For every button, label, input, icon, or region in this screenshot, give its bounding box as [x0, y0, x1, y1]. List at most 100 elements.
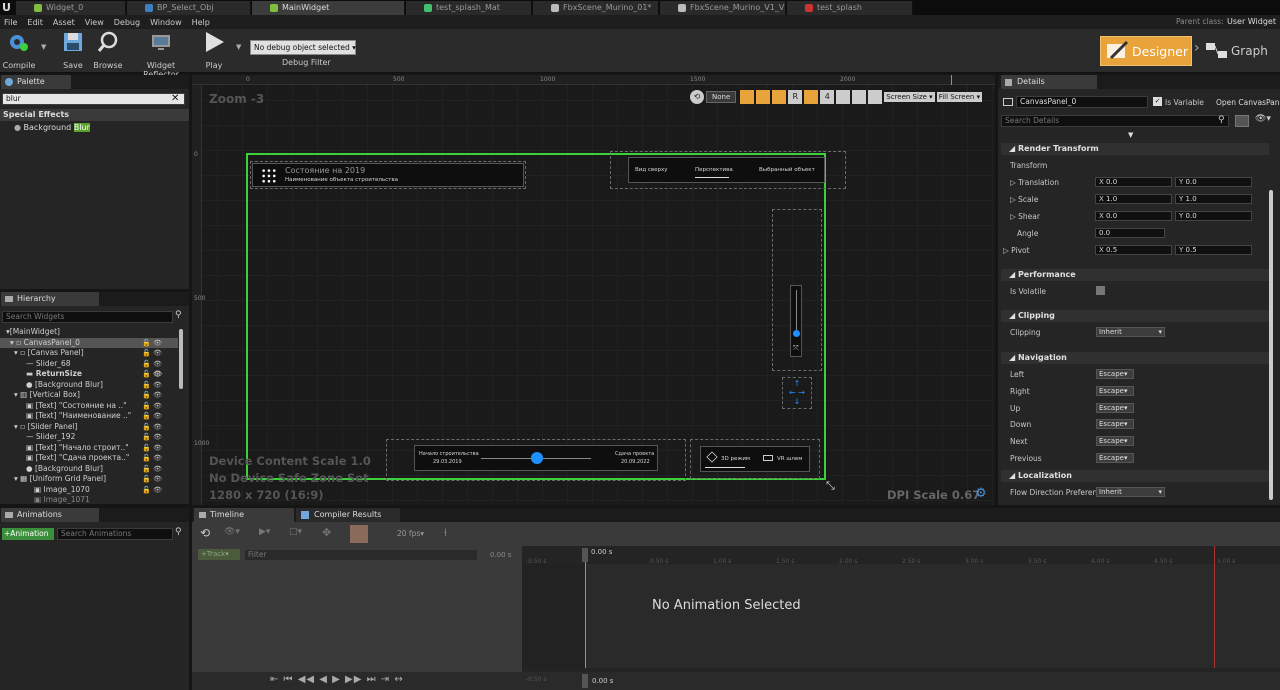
graph-mode-button[interactable]: Graph	[1205, 39, 1268, 63]
lock-eye-icons[interactable]: 🔓 👁	[142, 390, 162, 401]
debug-object-select[interactable]: No debug object selected ▾	[250, 40, 356, 55]
view-options-eye-icon[interactable]: 👁▾	[224, 527, 240, 537]
nav-previous-dropdown[interactable]: Escape▾	[1096, 453, 1134, 463]
animations-search-icon[interactable]: ⚲	[175, 527, 182, 537]
tree-item-slider-panel[interactable]: ▾ ▫ [Slider Panel] 🔓 👁	[0, 422, 178, 433]
current-time-field[interactable]: 0.00 s	[490, 551, 511, 559]
tree-item-text-state[interactable]: ▣ [Text] "Состояние на .." 🔓 👁	[0, 401, 178, 412]
nav-left-dropdown[interactable]: Escape▾	[1096, 369, 1134, 379]
lock-eye-icons[interactable]: 🔓 👁	[142, 380, 162, 391]
widget-name-field[interactable]: CanvasPanel_0	[1016, 96, 1148, 108]
tree-item-text-name[interactable]: ▣ [Text] "Наименование .." 🔓 👁	[0, 411, 178, 422]
grid-snap-icon[interactable]	[740, 89, 755, 104]
tree-item-background-blur[interactable]: ● [Background Blur] 🔓 👁	[0, 380, 178, 391]
tree-item-image-1070[interactable]: ▣ Image_1070 🔓 👁	[0, 485, 178, 496]
timeline-tab[interactable]: Timeline	[194, 508, 294, 522]
fps-dropdown[interactable]: 20 fps▾	[397, 529, 424, 538]
tree-item-slider-68[interactable]: — Slider_68 🔓 👁	[0, 359, 178, 370]
vertical-slider-thumb[interactable]	[793, 330, 800, 337]
lock-eye-icons[interactable]: 🔓 👁	[142, 485, 162, 496]
section-localization[interactable]: ◢ Localization	[1001, 470, 1269, 482]
compiler-results-tab[interactable]: Compiler Results	[296, 508, 400, 522]
keyframe-icon[interactable]	[350, 525, 368, 543]
grid-toggle-icon[interactable]	[804, 89, 819, 104]
mode-vr-button[interactable]: VR шлем	[777, 456, 802, 462]
tree-item-text-start[interactable]: ▣ [Text] "Начало строит.." 🔓 👁	[0, 443, 178, 454]
resize-handle-icon[interactable]: ⤡	[826, 479, 835, 493]
details-search-icon[interactable]: ⚲	[1218, 115, 1225, 125]
shear-y-field[interactable]: Y 0.0	[1175, 211, 1252, 221]
pivot-x-field[interactable]: X 0.5	[1095, 245, 1172, 255]
open-canvaspanel-link[interactable]: Open CanvasPan	[1216, 98, 1279, 107]
nav-down-dropdown[interactable]: Escape▾	[1096, 419, 1134, 429]
menu-file[interactable]: File	[4, 18, 17, 27]
tree-item-vertical-box[interactable]: ▾ ▥ [Vertical Box] 🔓 👁	[0, 390, 178, 401]
hierarchy-scrollbar[interactable]	[179, 329, 183, 389]
mode-3d-button[interactable]: 3D режим	[721, 456, 750, 462]
dpi-settings-gear-icon[interactable]: ⚙	[975, 486, 987, 501]
scale-x-field[interactable]: X 1.0	[1095, 194, 1172, 204]
palette-search-clear-icon[interactable]: ✕	[171, 93, 179, 104]
section-navigation[interactable]: ◢ Navigation	[1001, 352, 1269, 364]
is-volatile-checkbox[interactable]	[1096, 286, 1105, 295]
move-arrows-icon[interactable]: ↑ ← → ↓	[784, 379, 810, 406]
pivot-y-field[interactable]: Y 0.5	[1175, 245, 1252, 255]
vertical-slider[interactable]: ⤧	[790, 285, 802, 357]
browse-button[interactable]: Browse	[92, 31, 124, 70]
undo-icon[interactable]: ⟲	[200, 526, 210, 540]
bottom-playhead-handle[interactable]	[582, 674, 588, 688]
menu-help[interactable]: Help	[192, 18, 210, 27]
timeline-slider-thumb[interactable]	[531, 452, 543, 464]
tab-mainwidget[interactable]: MainWidget	[252, 1, 405, 15]
tree-item-slider-192[interactable]: — Slider_192 🔓 👁	[0, 432, 178, 443]
view-top-button[interactable]: Вид сверху	[635, 167, 668, 173]
details-eye-icon[interactable]: 👁▾	[1255, 114, 1271, 124]
tree-item-mainwidget[interactable]: ▾[MainWidget]	[0, 327, 60, 338]
reset-layout-icon[interactable]: ⟲	[690, 89, 704, 104]
play-button[interactable]: Play	[198, 31, 230, 70]
designer-canvas[interactable]: 0 500 1000 1500 2000 0 500 1000 Zoom -3 …	[192, 75, 995, 505]
lock-eye-icons[interactable]: 🔓 👁	[142, 464, 162, 475]
tree-item-text-delivery[interactable]: ▣ [Text] "Сдача проекта.." 🔓 👁	[0, 453, 178, 464]
transform-icon[interactable]	[836, 89, 851, 104]
menu-window[interactable]: Window	[150, 18, 182, 27]
image-icon[interactable]	[852, 89, 867, 104]
animations-search-input[interactable]: Search Animations	[57, 528, 173, 540]
play-mode-icon[interactable]: ▶▾	[259, 527, 270, 537]
lock-eye-icons[interactable]: 🔓 👁	[142, 401, 162, 412]
snap-icon[interactable]: ⟊	[444, 526, 447, 540]
play-options-arrow-icon[interactable]: ▼	[236, 43, 241, 51]
details-tab[interactable]: Details	[1001, 75, 1097, 89]
playhead-handle[interactable]	[582, 548, 588, 562]
details-search-input[interactable]: Search Details	[1001, 115, 1229, 127]
add-animation-button[interactable]: +Animation	[2, 528, 54, 540]
tab-test-splash-mat[interactable]: test_splash_Mat	[406, 1, 532, 15]
four-button[interactable]: 4	[820, 89, 835, 104]
tab-test-splash[interactable]: test_splash	[787, 1, 913, 15]
section-performance[interactable]: ◢ Performance	[1001, 269, 1269, 281]
lock-eye-icons[interactable]: 🔓 👁	[142, 432, 162, 443]
save-button[interactable]: Save	[60, 31, 86, 70]
tab-fbxscene-v1-v2[interactable]: FbxScene_Murino_V1_V2*	[660, 1, 786, 15]
palette-item-background-blur[interactable]: ● Background Blur	[14, 123, 90, 132]
shear-x-field[interactable]: X 0.0	[1095, 211, 1172, 221]
clipping-dropdown[interactable]: Inherit ▾	[1096, 327, 1165, 337]
widget-preview-frame[interactable]: Состояние на 2019 Наименование объекта с…	[246, 151, 846, 481]
compile-options-arrow-icon[interactable]: ▼	[41, 43, 46, 51]
none-button[interactable]: None	[706, 90, 737, 103]
view-perspective-button[interactable]: Перспектива	[695, 167, 733, 173]
monitor-icon[interactable]	[868, 89, 883, 104]
lock-eye-icons[interactable]: 🔓 👁	[142, 443, 162, 454]
tab-bp-select-obj[interactable]: BP_Select_Obj	[127, 1, 251, 15]
lock-eye-icons[interactable]: 🔓 👁	[142, 359, 162, 370]
tab-fbxscene-01[interactable]: FbxScene_Murino_01*	[533, 1, 659, 15]
selection-icon[interactable]: □▾	[289, 527, 302, 537]
menu-debug[interactable]: Debug	[114, 18, 140, 27]
lock-eye-icons[interactable]: 🔓 👁	[142, 369, 162, 380]
details-grid-view-icon[interactable]	[1235, 115, 1249, 127]
bucket-icon[interactable]	[772, 89, 787, 104]
tab-widget-0[interactable]: Widget_0	[16, 1, 126, 15]
tree-item-canvaspanel-0[interactable]: ▾ ▫ CanvasPanel_0 🔓 👁	[0, 337, 178, 348]
translation-y-field[interactable]: Y 0.0	[1175, 177, 1252, 187]
hierarchy-search-input[interactable]: Search Widgets	[2, 311, 173, 323]
